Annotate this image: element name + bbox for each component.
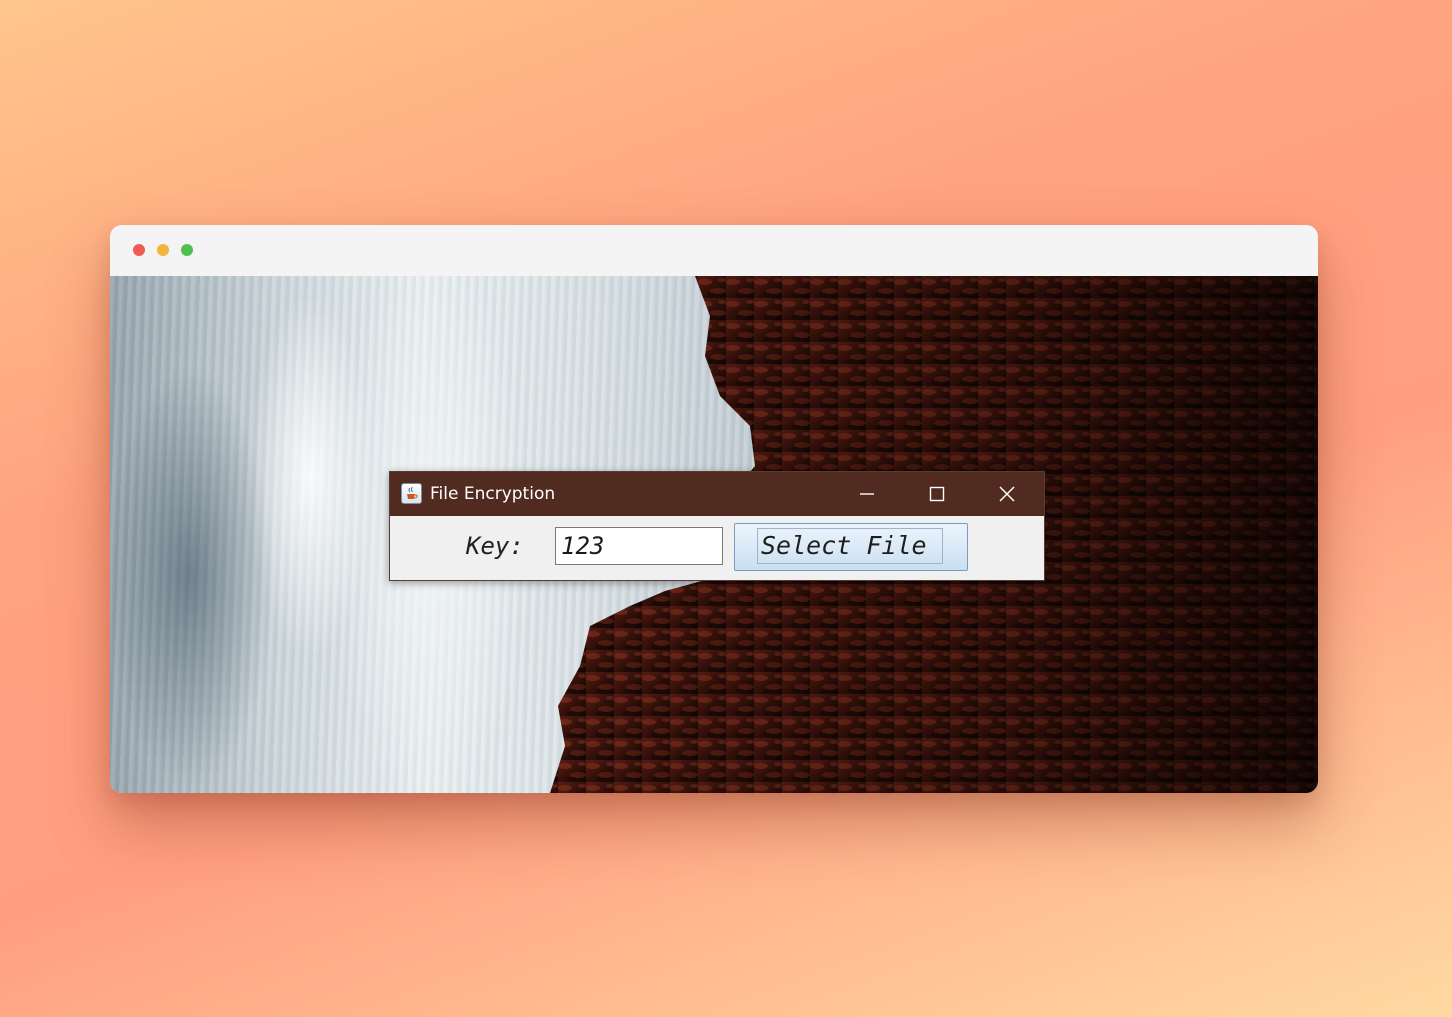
close-traffic-light-icon[interactable] [133, 244, 145, 256]
key-label: Key: [466, 532, 524, 560]
close-button[interactable] [972, 472, 1042, 516]
minimize-traffic-light-icon[interactable] [157, 244, 169, 256]
java-coffee-cup-icon [401, 483, 422, 504]
select-file-button[interactable]: Select File [734, 523, 968, 571]
file-encryption-dialog: File Encryption Key: 123 Select File [389, 471, 1045, 581]
minimize-button[interactable] [832, 472, 902, 516]
maximize-button[interactable] [902, 472, 972, 516]
key-input[interactable] [555, 527, 723, 565]
close-icon [999, 486, 1015, 502]
dialog-title: File Encryption [430, 484, 556, 504]
minimize-icon [860, 493, 874, 495]
screenshot-frame: File Encryption Key: 123 Select File [110, 225, 1318, 793]
zoom-traffic-light-icon[interactable] [181, 244, 193, 256]
dialog-body: Key: Select File [390, 516, 1044, 580]
dialog-titlebar[interactable]: File Encryption [390, 472, 1044, 516]
select-file-button-label: Select File [761, 531, 927, 560]
mac-window-titlebar [110, 225, 1318, 277]
maximize-icon [929, 486, 945, 502]
desktop-wallpaper: File Encryption Key: 123 Select File [110, 276, 1318, 793]
